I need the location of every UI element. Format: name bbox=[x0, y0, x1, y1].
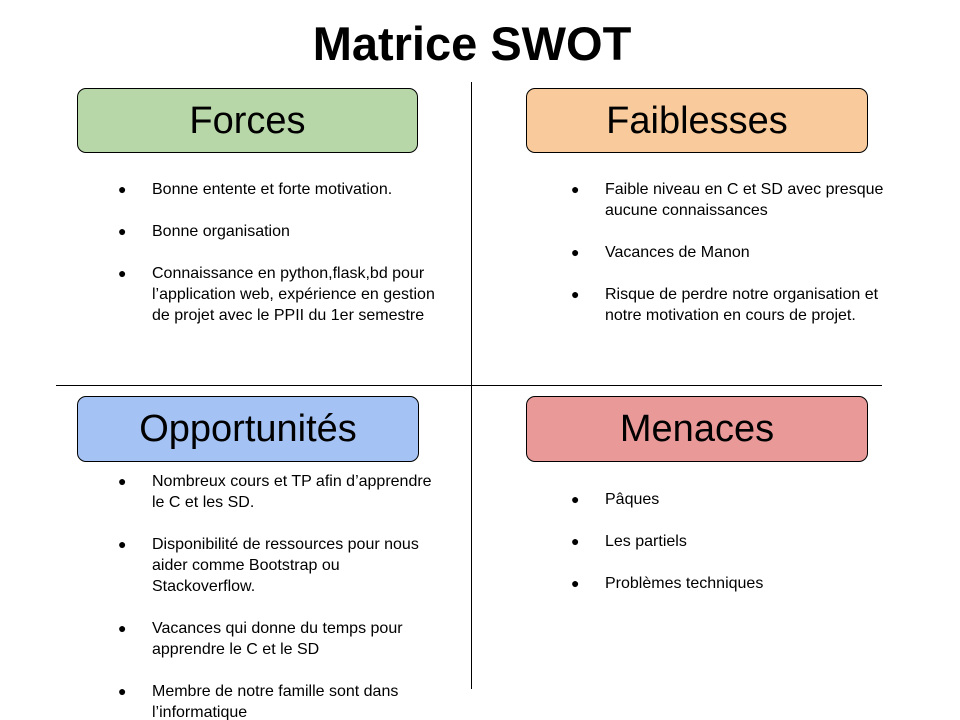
forces-heading: Forces bbox=[189, 99, 306, 142]
faiblesses-item-text: Faible niveau en C et SD avec presque au… bbox=[605, 181, 884, 219]
bullet-icon: ● bbox=[571, 181, 580, 197]
bullet-icon: ● bbox=[571, 491, 580, 507]
bullet-icon: ● bbox=[118, 620, 127, 636]
menaces-item-text: Pâques bbox=[605, 491, 660, 508]
menaces-heading: Menaces bbox=[619, 408, 775, 450]
bullet-icon: ● bbox=[571, 244, 580, 260]
opportunites-item-text: Vacances qui donne du temps pour apprend… bbox=[152, 620, 403, 658]
bullet-icon: ● bbox=[118, 181, 127, 197]
forces-item: ● Bonne entente et forte motivation. bbox=[118, 179, 443, 200]
faiblesses-heading: Faiblesses bbox=[606, 99, 788, 142]
faiblesses-item: ● Faible niveau en C et SD avec presque a… bbox=[571, 179, 889, 221]
menaces-item-text: Problèmes techniques bbox=[605, 575, 764, 592]
faiblesses-list: ● Faible niveau en C et SD avec presque a… bbox=[571, 179, 889, 347]
bullet-icon: ● bbox=[571, 575, 580, 591]
forces-item-text: Bonne entente et forte motivation. bbox=[152, 181, 393, 198]
horizontal-divider bbox=[56, 385, 882, 386]
faiblesses-item: ● Vacances de Manon bbox=[571, 242, 889, 263]
menaces-item: ● Problèmes techniques bbox=[571, 573, 889, 594]
forces-item-text: Bonne organisation bbox=[152, 223, 290, 240]
opportunites-heading: Opportunités bbox=[139, 408, 357, 450]
bullet-icon: ● bbox=[118, 223, 127, 239]
bullet-icon: ● bbox=[118, 265, 127, 281]
opportunites-list: ● Nombreux cours et TP afin d’apprendre l… bbox=[118, 471, 443, 720]
bullet-icon: ● bbox=[571, 286, 580, 302]
opportunites-item: ● Membre de notre famille sont dans l’inf… bbox=[118, 681, 443, 720]
opportunites-item: ● Disponibilité de ressources pour nous a… bbox=[118, 534, 443, 597]
opportunites-item: ● Nombreux cours et TP afin d’apprendre l… bbox=[118, 471, 443, 513]
bullet-icon: ● bbox=[571, 533, 580, 549]
bullet-icon: ● bbox=[118, 536, 127, 552]
menaces-item: ● Les partiels bbox=[571, 531, 889, 552]
faiblesses-item-text: Vacances de Manon bbox=[605, 244, 750, 261]
forces-item-text: Connaissance en python,flask,bd pour l’a… bbox=[152, 265, 435, 324]
faiblesses-item-text: Risque de perdre notre organisation et n… bbox=[605, 286, 879, 324]
page-title: Matrice SWOT bbox=[312, 17, 632, 70]
menaces-item: ● Pâques bbox=[571, 489, 889, 510]
menaces-item-text: Les partiels bbox=[605, 533, 687, 550]
forces-item: ● Connaissance en python,flask,bd pour l’… bbox=[118, 263, 443, 326]
bullet-icon: ● bbox=[118, 683, 127, 699]
forces-header: Forces bbox=[77, 88, 418, 153]
opportunites-header: Opportunités bbox=[77, 396, 419, 462]
bullet-icon: ● bbox=[118, 473, 127, 489]
menaces-list: ● Pâques ● Les partiels ● Problèmes techniq… bbox=[571, 489, 889, 615]
faiblesses-header: Faiblesses bbox=[526, 88, 868, 153]
opportunites-item-text: Disponibilité de ressources pour nous ai… bbox=[152, 536, 419, 595]
menaces-header: Menaces bbox=[526, 396, 868, 462]
opportunites-item-text: Nombreux cours et TP afin d’apprendre le… bbox=[152, 473, 432, 511]
forces-item: ● Bonne organisation bbox=[118, 221, 443, 242]
forces-list: ● Bonne entente et forte motivation. ● Bon… bbox=[118, 179, 443, 347]
opportunites-item: ● Vacances qui donne du temps pour appren… bbox=[118, 618, 443, 660]
faiblesses-item: ● Risque de perdre notre organisation et … bbox=[571, 284, 889, 326]
opportunites-item-text: Membre de notre famille sont dans l’info… bbox=[152, 683, 399, 720]
